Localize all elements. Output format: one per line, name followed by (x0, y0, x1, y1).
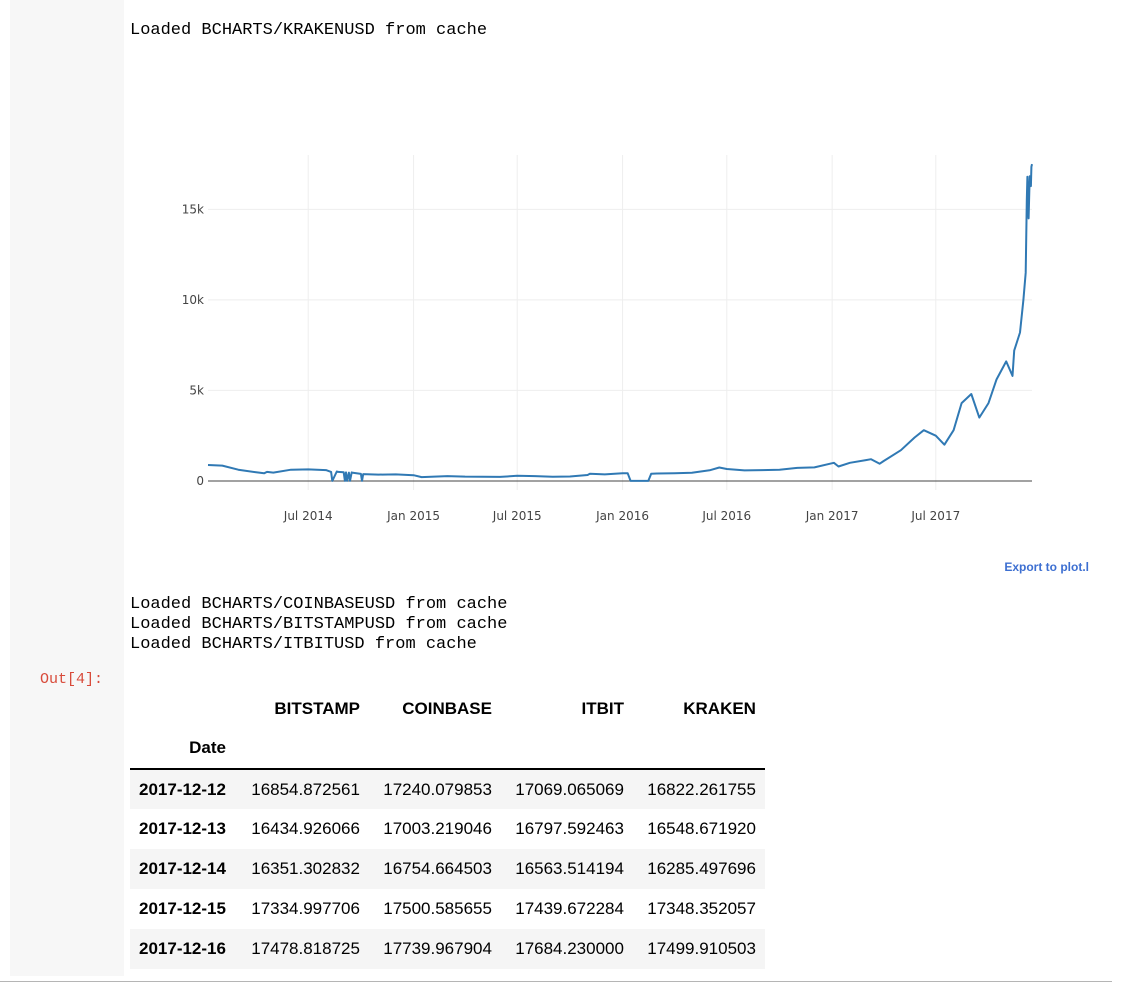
x-tick-label: Jan 2015 (386, 509, 440, 523)
table-cell: 17439.672284 (515, 899, 624, 918)
table-row: 2017-12-13 16434.926066 17003.219046 167… (130, 809, 765, 849)
table-cell: 17003.219046 (383, 819, 492, 838)
column-header: KRAKEN (683, 699, 756, 718)
table-cell: 16754.664503 (383, 859, 492, 878)
chart-grid (208, 155, 1032, 490)
notebook-page: Loaded BCHARTS/KRAKENUSD from cache Jul … (0, 0, 1128, 984)
table-cell: 17069.065069 (515, 779, 624, 799)
x-tick-label: Jan 2017 (805, 509, 859, 523)
column-header: ITBIT (581, 699, 624, 718)
table-cell: 16854.872561 (251, 779, 360, 799)
chart-svg[interactable]: Jul 2014 Jan 2015 Jul 2015 Jan 2016 Jul 2016… (150, 140, 1050, 530)
index-name: Date (130, 728, 235, 770)
table-cell: 16797.592463 (515, 819, 624, 838)
table-cell: 17500.585655 (383, 899, 492, 918)
log-line: Loaded BCHARTS/COINBASEUSD from cache (130, 595, 508, 614)
stdout-top: Loaded BCHARTS/KRAKENUSD from cache (130, 21, 487, 41)
row-index: 2017-12-14 (139, 859, 226, 878)
column-header: COINBASE (402, 699, 492, 718)
price-line (207, 163, 1033, 482)
out-prompt: Out[4]: (40, 671, 104, 688)
log-line: Loaded BCHARTS/ITBITUSD from cache (130, 635, 477, 654)
y-tick-label: 15k (182, 202, 204, 216)
cell-divider (0, 981, 1112, 982)
column-header: BITSTAMP (274, 699, 360, 718)
table-cell: 16548.671920 (647, 819, 756, 838)
table-cell: 16285.497696 (647, 859, 756, 878)
index-name-row: Date (130, 728, 765, 770)
table-corner (130, 690, 235, 728)
export-to-plotly-link[interactable]: Export to plot.l (1004, 560, 1089, 574)
x-tick-label: Jan 2016 (595, 509, 649, 523)
row-index: 2017-12-12 (139, 779, 226, 799)
table-cell: 17684.230000 (515, 939, 624, 958)
table-cell: 16563.514194 (515, 859, 624, 878)
y-tick-label: 10k (182, 293, 204, 307)
row-index: 2017-12-13 (139, 819, 226, 838)
output-prompt-gutter (10, 0, 124, 976)
y-tick-label: 5k (189, 383, 204, 397)
table-cell: 17348.352057 (647, 899, 756, 918)
table-cell: 17240.079853 (383, 779, 492, 799)
row-index: 2017-12-15 (139, 899, 226, 918)
table-row: 2017-12-16 17478.818725 17739.967904 176… (130, 929, 765, 969)
stdout-bottom: Loaded BCHARTS/COINBASEUSD from cache Lo… (130, 595, 507, 655)
table-cell: 16434.926066 (251, 819, 360, 838)
x-tick-label: Jul 2014 (283, 509, 333, 523)
table-row: 2017-12-15 17334.997706 17500.585655 174… (130, 889, 765, 929)
table-row: 2017-12-14 16351.302832 16754.664503 165… (130, 849, 765, 889)
price-chart[interactable]: Jul 2014 Jan 2015 Jul 2015 Jan 2016 Jul 2016… (150, 140, 1050, 530)
table-row: 2017-12-12 16854.872561 17240.079853 170… (130, 769, 765, 809)
log-line: Loaded BCHARTS/KRAKENUSD from cache (130, 21, 488, 40)
y-tick-label: 0 (196, 474, 204, 488)
table-cell: 17478.818725 (251, 939, 360, 958)
table-cell: 17499.910503 (647, 939, 756, 958)
table-cell: 16822.261755 (647, 779, 756, 799)
x-tick-label: Jul 2016 (701, 509, 751, 523)
table-cell: 17334.997706 (251, 899, 360, 918)
row-index: 2017-12-16 (139, 939, 226, 958)
dataframe-table: BITSTAMP COINBASE ITBIT KRAKEN Date 2017… (130, 690, 765, 969)
table-cell: 17739.967904 (383, 939, 492, 958)
table-header-row: BITSTAMP COINBASE ITBIT KRAKEN (130, 690, 765, 728)
x-tick-label: Jul 2017 (910, 509, 960, 523)
x-tick-label: Jul 2015 (492, 509, 542, 523)
chart-series (207, 163, 1033, 482)
log-line: Loaded BCHARTS/BITSTAMPUSD from cache (130, 615, 508, 634)
table-cell: 16351.302832 (251, 859, 360, 878)
